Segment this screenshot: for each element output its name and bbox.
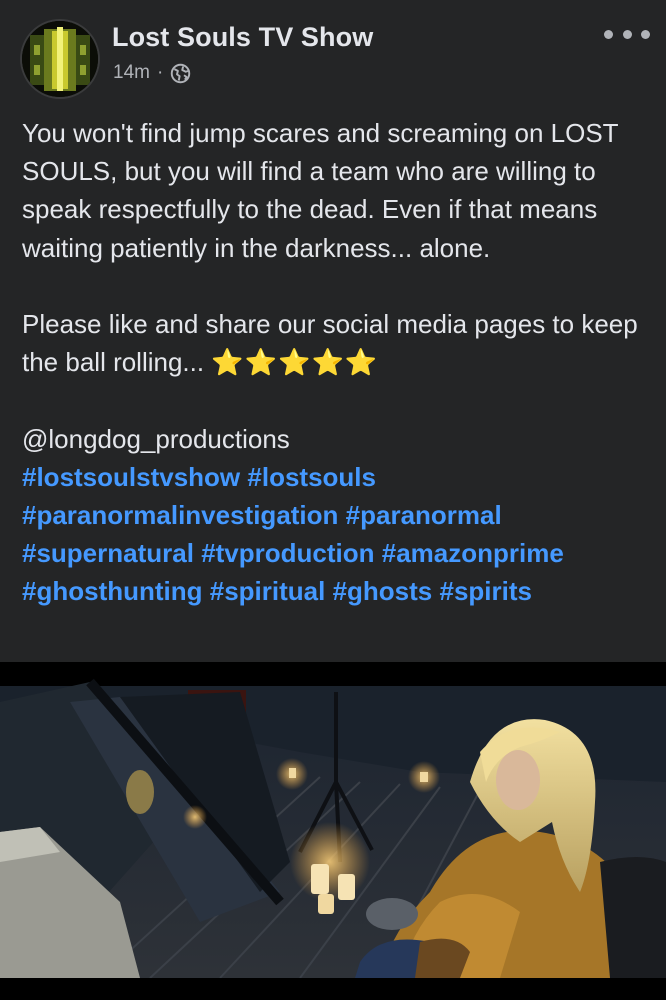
more-dot [622,29,632,39]
hashtag-link[interactable]: #ghosthunting [22,576,203,606]
meta-separator: · [156,62,164,83]
more-options-icon[interactable] [604,22,650,46]
hashtag-link[interactable]: #paranormalinvestigation [22,500,338,530]
hashtag-link[interactable]: #lostsoulstvshow [22,462,240,492]
hashtag-link[interactable]: #lostsouls [247,462,376,492]
post-timestamp[interactable]: 14m [113,62,150,84]
photo-scene [0,662,666,1000]
post-paragraph-2: Please like and share our social media p… [22,305,642,381]
hashtag-link[interactable]: #tvproduction [201,538,374,568]
hashtag-block: #lostsoulstvshow #lostsouls #paranormali… [22,458,642,611]
hashtag-link[interactable]: #spirits [440,576,533,606]
post-body: You won't find jump scares and screaming… [22,114,642,611]
post-photo[interactable] [0,662,666,1000]
hashtag-link[interactable]: #ghosts [333,576,433,606]
mention-link[interactable]: @longdog_productions [22,420,642,458]
hashtag-link[interactable]: #paranormal [346,500,502,530]
hashtag-link[interactable]: #supernatural [22,538,194,568]
more-dot [604,29,613,39]
avatar-image [22,21,98,97]
globe-icon [171,63,191,83]
facebook-post: Lost Souls TV Show 14m · You won't find … [0,0,666,1000]
post-meta: 14m · [113,62,191,84]
page-name[interactable]: Lost Souls TV Show [112,22,373,53]
hashtag-link[interactable]: #spiritual [210,576,326,606]
post-paragraph-1: You won't find jump scares and screaming… [22,118,619,263]
more-dot [641,29,650,39]
page-avatar[interactable] [22,21,98,97]
star-emojis: ⭐⭐⭐⭐⭐ [211,347,379,378]
hashtag-link[interactable]: #amazonprime [382,538,564,568]
